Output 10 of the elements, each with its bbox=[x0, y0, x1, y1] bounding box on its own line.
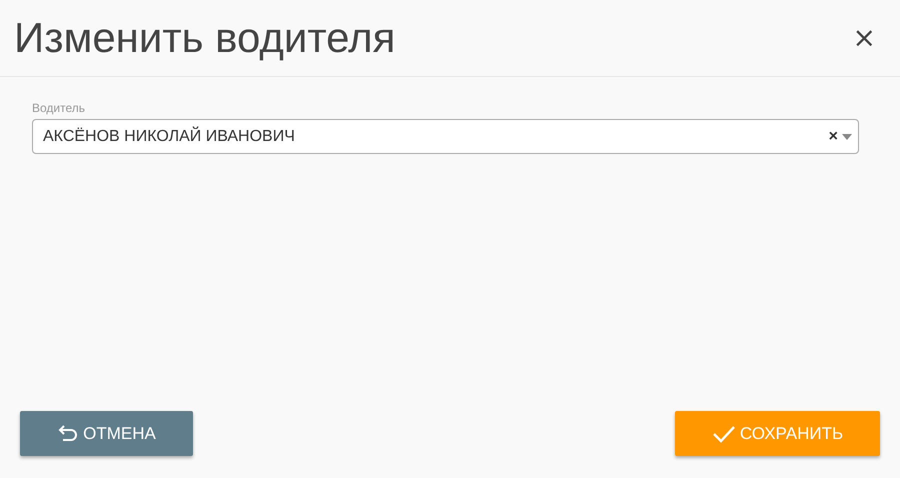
dialog-title: Изменить водителя bbox=[14, 14, 396, 62]
driver-select[interactable]: АКСЁНОВ НИКОЛАЙ ИВАНОВИЧ × bbox=[32, 119, 859, 154]
select-value: АКСЁНОВ НИКОЛАЙ ИВАНОВИЧ bbox=[43, 128, 296, 146]
clear-button[interactable]: × bbox=[824, 128, 842, 146]
undo-arrow-icon bbox=[57, 424, 80, 444]
field-label: Водитель bbox=[32, 101, 86, 115]
dropdown-caret-icon[interactable] bbox=[842, 134, 852, 140]
close-button[interactable]: × bbox=[852, 24, 876, 52]
cancel-button[interactable]: ОТМЕНА bbox=[20, 411, 193, 456]
checkmark-icon bbox=[712, 424, 736, 444]
